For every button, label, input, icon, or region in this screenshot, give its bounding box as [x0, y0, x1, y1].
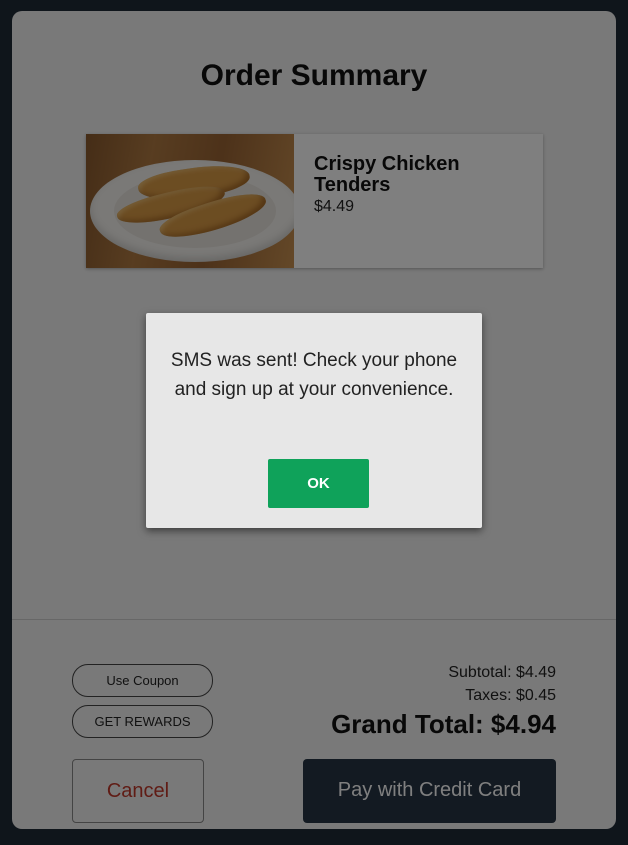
- grand-total: Grand Total: $4.94: [331, 709, 556, 739]
- order-item-card: Crispy Chicken Tenders $4.49: [86, 134, 543, 268]
- use-coupon-button[interactable]: Use Coupon: [72, 664, 213, 697]
- sms-sent-dialog: SMS was sent! Check your phone and sign …: [146, 313, 482, 528]
- item-price: $4.49: [314, 198, 355, 215]
- pay-with-credit-card-button[interactable]: Pay with Credit Card: [303, 759, 556, 823]
- subtotal: Subtotal: $4.49: [448, 664, 556, 681]
- page-title: Order Summary: [200, 59, 428, 92]
- divider: [12, 619, 616, 620]
- cancel-button[interactable]: Cancel: [72, 759, 204, 823]
- food-image: [86, 134, 294, 268]
- ok-button[interactable]: OK: [268, 459, 369, 508]
- get-rewards-button[interactable]: GET REWARDS: [72, 705, 213, 738]
- dialog-message: SMS was sent! Check your phone and sign …: [170, 350, 458, 400]
- taxes: Taxes: $0.45: [465, 687, 556, 704]
- item-name: Crispy Chicken Tenders: [314, 153, 460, 196]
